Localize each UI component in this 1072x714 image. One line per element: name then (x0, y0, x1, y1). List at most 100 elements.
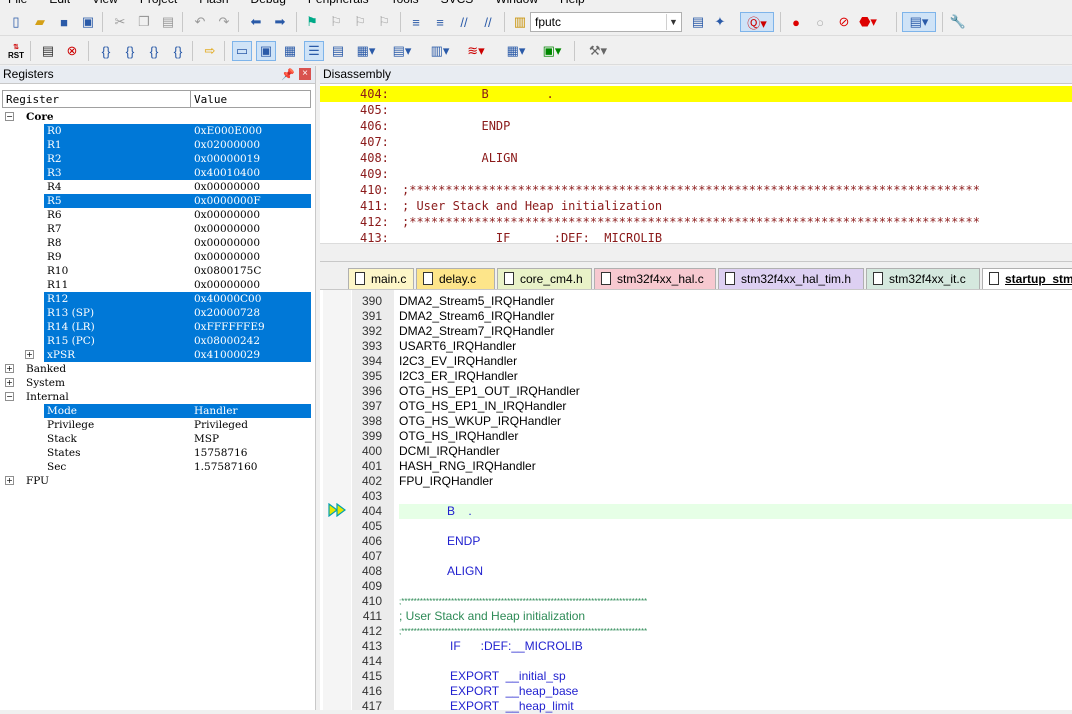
tree-group-fpu[interactable]: + FPU (0, 474, 312, 488)
analysis-window-icon[interactable]: ≋▾ (462, 41, 490, 61)
register-value[interactable]: 0x40010400 (194, 166, 260, 180)
register-row[interactable]: R9 0x00000000 (0, 250, 312, 264)
undo-icon[interactable]: ↶ (190, 12, 210, 32)
run-to-cursor-icon[interactable]: {} (168, 41, 188, 61)
stop-icon[interactable]: ⊗ (62, 41, 82, 61)
code-line[interactable]: 400 DCMI_IRQHandler (320, 444, 1072, 459)
menu-item-flash[interactable]: Flash (199, 0, 228, 6)
menu-item-help[interactable]: Help (560, 0, 585, 6)
register-value[interactable]: 0x41000029 (194, 348, 260, 362)
register-row[interactable]: R13 (SP) 0x20000728 (0, 306, 312, 320)
disassembly-line[interactable]: 413: IF :DEF:__MICROLIB (320, 230, 1072, 244)
save-icon[interactable]: ■ (54, 12, 74, 32)
code-line[interactable]: 396 OTG_HS_EP1_OUT_IRQHandler (320, 384, 1072, 399)
function-combo[interactable]: fputc ▼ (530, 12, 682, 32)
horizontal-scrollbar[interactable] (320, 243, 1072, 261)
register-row[interactable]: R12 0x40000C00 (0, 292, 312, 306)
register-row[interactable]: R7 0x00000000 (0, 222, 312, 236)
open-folder-icon[interactable]: ▰ (30, 12, 50, 32)
nav-forward-icon[interactable]: ➡ (270, 12, 290, 32)
tab-main-c[interactable]: main.c (348, 268, 414, 289)
code-line[interactable]: 407 (320, 549, 1072, 564)
tree-group-core[interactable]: − Core (0, 110, 312, 124)
new-file-icon[interactable]: ▯ (6, 12, 26, 32)
register-row[interactable]: R2 0x00000019 (0, 152, 312, 166)
register-value[interactable]: 0x20000728 (194, 306, 260, 320)
column-header-value[interactable]: Value (194, 93, 227, 106)
close-icon[interactable]: × (299, 68, 311, 80)
register-row[interactable]: R8 0x00000000 (0, 236, 312, 250)
expand-icon[interactable]: + (25, 350, 34, 359)
register-value[interactable]: 0x00000000 (194, 180, 260, 194)
insert-breakpoint-icon[interactable]: ● (786, 12, 806, 32)
kill-breakpoints-icon[interactable]: ⬣▾ (858, 12, 878, 32)
register-value[interactable]: 15758716 (194, 446, 247, 460)
menu-item-project[interactable]: Project (140, 0, 177, 6)
paste-icon[interactable]: ▤ (158, 12, 178, 32)
source-editor[interactable]: 390 DMA2_Stream5_IRQHandler 391 DMA2_Stream… (320, 290, 1072, 713)
column-header-register[interactable]: Register (6, 93, 59, 106)
tab-core-cm4-h[interactable]: core_cm4.h (497, 268, 592, 289)
code-line[interactable]: 415 EXPORT __initial_sp (320, 669, 1072, 684)
disassembly-line[interactable]: 410: ;***********************************… (320, 182, 1072, 198)
register-value[interactable]: 0x0800175C (194, 264, 261, 278)
code-line[interactable]: 409 (320, 579, 1072, 594)
register-value[interactable]: 0x0000000F (194, 194, 261, 208)
reset-icon[interactable]: ⇅ RST (6, 41, 26, 61)
disassembly-line[interactable]: 406: ENDP (320, 118, 1072, 134)
nav-back-icon[interactable]: ⬅ (246, 12, 266, 32)
register-value[interactable]: Handler (194, 404, 238, 418)
save-all-icon[interactable]: ▣ (78, 12, 98, 32)
disassembly-line[interactable]: 404: B . (320, 86, 1072, 102)
menu-item-peripherals[interactable]: Peripherals (308, 0, 369, 6)
incremental-find-icon[interactable]: ✦ (710, 12, 730, 32)
menu-item-debug[interactable]: Debug (251, 0, 286, 6)
code-line[interactable]: 398 OTG_HS_WKUP_IRQHandler (320, 414, 1072, 429)
code-line[interactable]: 402 FPU_IRQHandler (320, 474, 1072, 489)
register-row[interactable]: R4 0x00000000 (0, 180, 312, 194)
register-value[interactable]: 0x00000000 (194, 222, 260, 236)
memory-window-icon[interactable]: ▤▾ (388, 41, 416, 61)
register-row[interactable]: R1 0x02000000 (0, 138, 312, 152)
register-row[interactable]: Mode Handler (0, 404, 312, 418)
code-line[interactable]: 401 HASH_RNG_IRQHandler (320, 459, 1072, 474)
window-layout-icon[interactable]: ▤▾ (902, 12, 936, 32)
code-line[interactable]: 393 USART6_IRQHandler (320, 339, 1072, 354)
tab-startup-stm[interactable]: startup_stm (982, 268, 1072, 289)
register-value[interactable]: 0xFFFFFFE9 (194, 320, 265, 334)
expand-icon[interactable]: + (5, 378, 14, 387)
step-over-icon[interactable]: {} (120, 41, 140, 61)
menu-item-window[interactable]: Window (495, 0, 538, 6)
code-line[interactable]: 392 DMA2_Stream7_IRQHandler (320, 324, 1072, 339)
code-line[interactable]: 413 IF :DEF:__MICROLIB (320, 639, 1072, 654)
tree-group-system[interactable]: + System (0, 376, 312, 390)
register-row[interactable]: R5 0x0000000F (0, 194, 312, 208)
prev-bookmark-icon[interactable]: ⚐ (326, 12, 346, 32)
code-line[interactable]: 397 OTG_HS_EP1_IN_IRQHandler (320, 399, 1072, 414)
step-out-icon[interactable]: {} (144, 41, 164, 61)
enable-breakpoint-icon[interactable]: ○ (810, 12, 830, 32)
register-value[interactable]: 0x00000000 (194, 278, 260, 292)
find-in-files-icon[interactable]: ▥ (510, 12, 530, 32)
step-icon[interactable]: {} (96, 41, 116, 61)
register-value[interactable]: 0x00000000 (194, 250, 260, 264)
register-value[interactable]: MSP (194, 432, 219, 446)
trace-window-icon[interactable]: ▦▾ (502, 41, 530, 61)
debug-session-icon[interactable]: Ⓠ▾ (740, 12, 774, 32)
register-value[interactable]: Privileged (194, 418, 248, 432)
code-line[interactable]: 408 ALIGN (320, 564, 1072, 579)
register-row[interactable]: + xPSR 0x41000029 (0, 348, 312, 362)
register-row[interactable]: Privilege Privileged (0, 418, 312, 432)
code-line[interactable]: 404 B . (362, 504, 1072, 519)
code-line[interactable]: 391 DMA2_Stream6_IRQHandler (320, 309, 1072, 324)
register-value[interactable]: 0x00000019 (194, 152, 260, 166)
run-icon[interactable]: ▤ (38, 41, 58, 61)
pin-icon[interactable]: 📌 (281, 68, 295, 81)
code-line[interactable]: 411 ; User Stack and Heap initialization (320, 609, 1072, 624)
disassembly-line[interactable]: 412: ;***********************************… (320, 214, 1072, 230)
code-line[interactable]: 417 EXPORT __heap_limit (320, 699, 1072, 714)
tab-stm32f4xx-it-c[interactable]: stm32f4xx_it.c (866, 268, 980, 289)
indent-icon[interactable]: ≡ (406, 12, 426, 32)
tree-group-banked[interactable]: + Banked (0, 362, 312, 376)
clear-bookmarks-icon[interactable]: ⚐ (374, 12, 394, 32)
